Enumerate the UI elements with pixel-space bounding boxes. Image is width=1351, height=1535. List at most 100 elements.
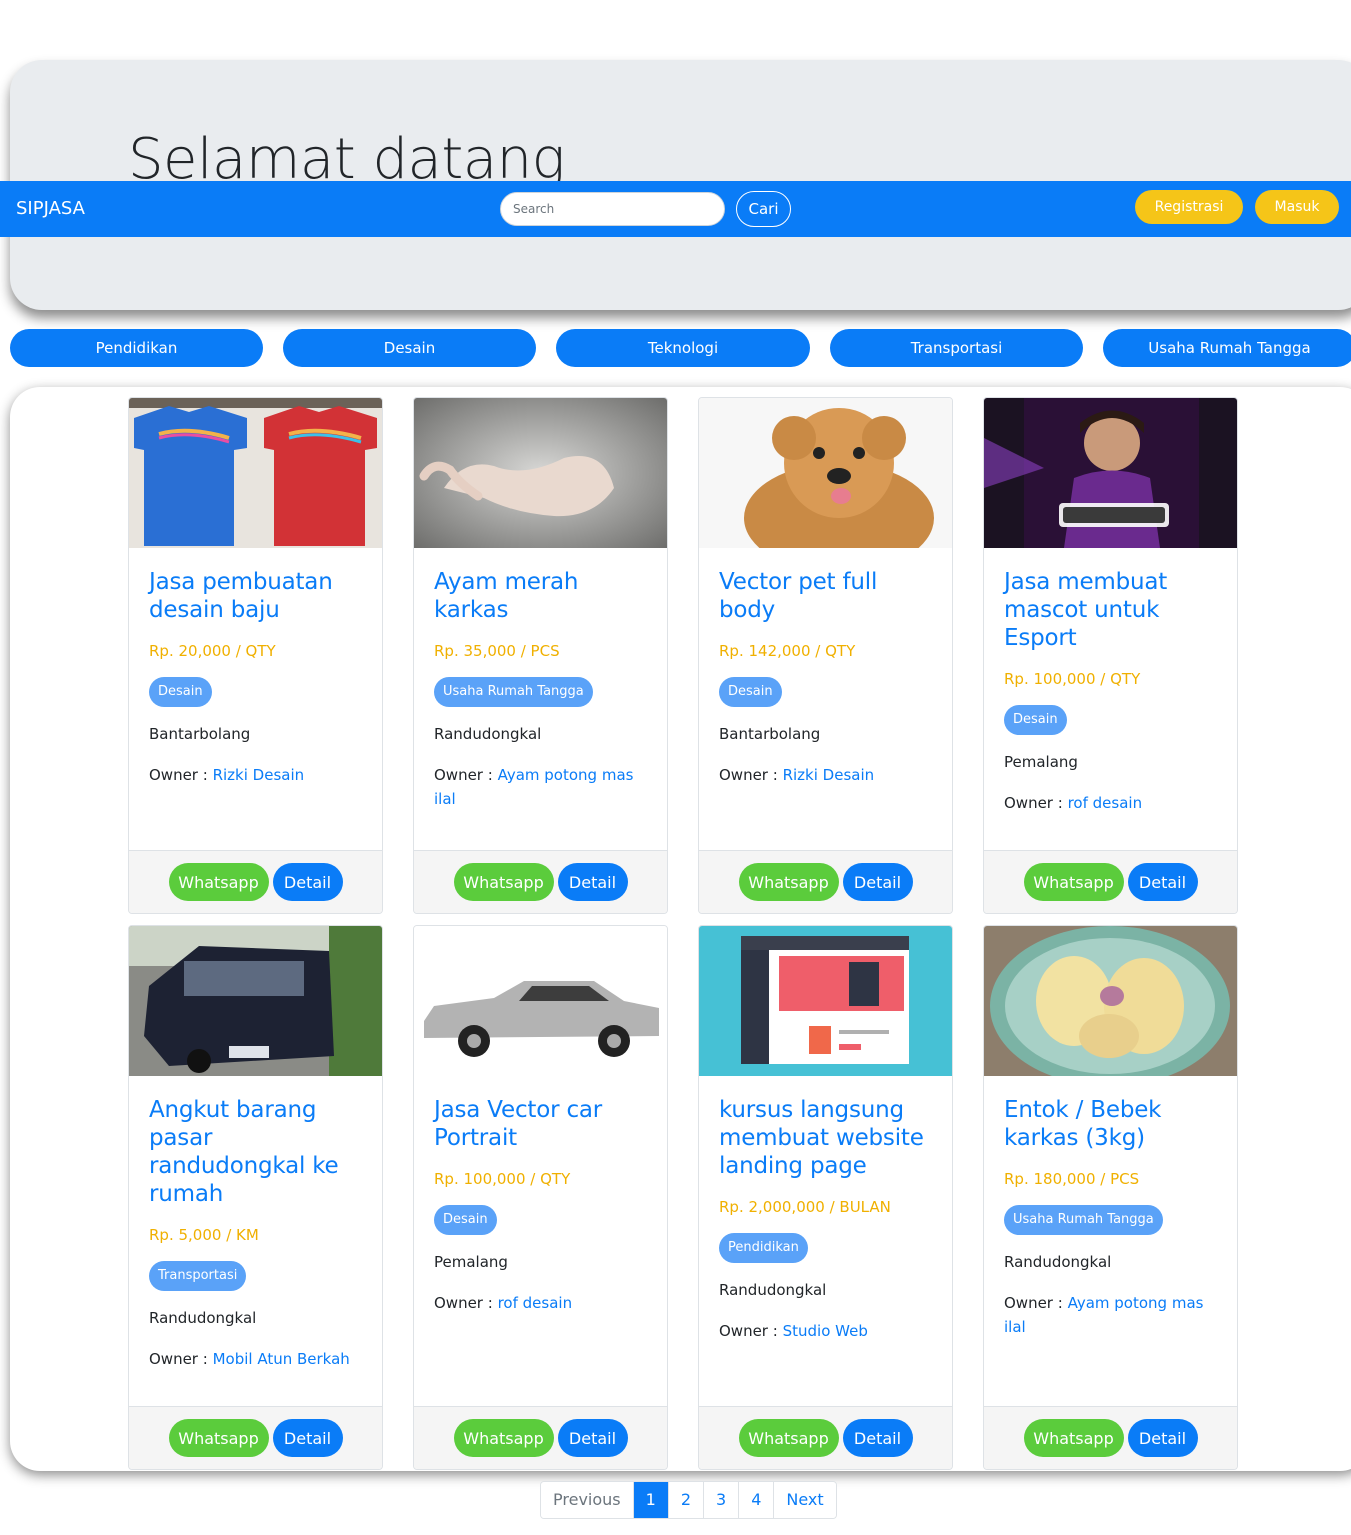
detail-button[interactable]: Detail (1127, 1419, 1198, 1457)
category-badge: Pendidikan (719, 1233, 808, 1263)
owner-line: Owner : rof desain (434, 1291, 647, 1315)
duck-image[interactable] (984, 926, 1237, 1076)
pagination-page-2[interactable]: 2 (667, 1482, 703, 1518)
pagination: Previous 1 2 3 4 Next (540, 1481, 837, 1519)
product-card: kursus langsung membuat website landing … (698, 925, 953, 1470)
product-title[interactable]: Entok / Bebek karkas (3kg) (1004, 1096, 1217, 1152)
owner-label: Owner : (149, 766, 208, 784)
product-price: Rp. 100,000 / QTY (434, 1170, 571, 1188)
owner-link[interactable]: Mobil Atun Berkah (213, 1350, 350, 1368)
category-usaha-rumah-tangga[interactable]: Usaha Rumah Tangga (1103, 329, 1351, 367)
product-card: Angkut barang pasar randudongkal ke ruma… (128, 925, 383, 1470)
product-title[interactable]: Vector pet full body (719, 568, 932, 624)
brand-logo[interactable]: SIPJASA (16, 198, 85, 219)
detail-button[interactable]: Detail (557, 863, 628, 901)
category-transportasi[interactable]: Transportasi (830, 329, 1083, 367)
category-pendidikan[interactable]: Pendidikan (10, 329, 263, 367)
jumbotron-title: Selamat datang (128, 127, 565, 186)
card-footer: Whatsapp Detail (129, 850, 382, 913)
card-footer: Whatsapp Detail (129, 1406, 382, 1469)
van-image[interactable] (129, 926, 382, 1076)
pagination-page-1[interactable]: 1 (632, 1482, 668, 1518)
product-card: Vector pet full body Rp. 142,000 / QTY D… (698, 397, 953, 914)
whatsapp-button[interactable]: Whatsapp (453, 863, 554, 901)
product-grid-row-2: Angkut barang pasar randudongkal ke ruma… (128, 925, 1238, 1470)
category-teknologi[interactable]: Teknologi (556, 329, 810, 367)
category-badge: Desain (434, 1205, 497, 1235)
whatsapp-button[interactable]: Whatsapp (168, 863, 269, 901)
pagination-next[interactable]: Next (773, 1482, 836, 1518)
owner-line: Owner : rof desain (1004, 791, 1217, 815)
register-button[interactable]: Registrasi (1135, 190, 1243, 224)
owner-line: Owner : Ayam potong mas ilal (1004, 1291, 1217, 1339)
car-vector-image[interactable] (414, 926, 667, 1076)
whatsapp-button[interactable]: Whatsapp (1023, 863, 1124, 901)
product-card: Jasa membuat mascot untuk Esport Rp. 100… (983, 397, 1238, 914)
owner-link[interactable]: Studio Web (783, 1322, 868, 1340)
chicken-image[interactable] (414, 398, 667, 548)
whatsapp-button[interactable]: Whatsapp (1023, 1419, 1124, 1457)
owner-label: Owner : (719, 766, 778, 784)
dog-image[interactable] (699, 398, 952, 548)
detail-button[interactable]: Detail (272, 863, 343, 901)
owner-link[interactable]: rof desain (498, 1294, 573, 1312)
product-title[interactable]: Ayam merah karkas (434, 568, 647, 624)
pagination-previous[interactable]: Previous (541, 1482, 633, 1518)
product-card: Ayam merah karkas Rp. 35,000 / PCS Usaha… (413, 397, 668, 914)
pagination-page-4[interactable]: 4 (738, 1482, 774, 1518)
product-location: Randudongkal (719, 1281, 827, 1299)
owner-label: Owner : (434, 1294, 493, 1312)
detail-button[interactable]: Detail (842, 863, 913, 901)
product-location: Pemalang (1004, 753, 1078, 771)
product-location: Bantarbolang (719, 725, 821, 743)
product-location: Bantarbolang (149, 725, 251, 743)
card-footer: Whatsapp Detail (984, 1406, 1237, 1469)
owner-label: Owner : (1004, 1294, 1063, 1312)
category-desain[interactable]: Desain (283, 329, 536, 367)
product-price: Rp. 180,000 / PCS (1004, 1170, 1140, 1188)
website-mockup-image[interactable] (699, 926, 952, 1076)
product-card: Jasa pembuatan desain baju Rp. 20,000 / … (128, 397, 383, 914)
product-location: Randudongkal (149, 1309, 257, 1327)
whatsapp-button[interactable]: Whatsapp (738, 1419, 839, 1457)
product-title[interactable]: kursus langsung membuat website landing … (719, 1096, 932, 1180)
product-title[interactable]: Jasa Vector car Portrait (434, 1096, 647, 1152)
card-footer: Whatsapp Detail (414, 850, 667, 913)
pagination-page-3[interactable]: 3 (703, 1482, 739, 1518)
category-badge: Usaha Rumah Tangga (434, 677, 593, 707)
starlord-mascot-image[interactable] (984, 398, 1237, 548)
product-location: Pemalang (434, 1253, 508, 1271)
product-price: Rp. 5,000 / KM (149, 1226, 259, 1244)
category-badge: Desain (1004, 705, 1067, 735)
category-badge: Desain (719, 677, 782, 707)
product-title[interactable]: Jasa membuat mascot untuk Esport (1004, 568, 1217, 652)
t-shirts-image[interactable] (129, 398, 382, 548)
whatsapp-button[interactable]: Whatsapp (738, 863, 839, 901)
detail-button[interactable]: Detail (272, 1419, 343, 1457)
owner-label: Owner : (719, 1322, 778, 1340)
owner-link[interactable]: Rizki Desain (783, 766, 875, 784)
owner-link[interactable]: Rizki Desain (213, 766, 305, 784)
card-footer: Whatsapp Detail (984, 850, 1237, 913)
owner-line: Owner : Rizki Desain (719, 763, 932, 787)
category-badge: Desain (149, 677, 212, 707)
detail-button[interactable]: Detail (1127, 863, 1198, 901)
product-title[interactable]: Jasa pembuatan desain baju (149, 568, 362, 624)
owner-line: Owner : Rizki Desain (149, 763, 362, 787)
product-price: Rp. 142,000 / QTY (719, 642, 856, 660)
product-card: Jasa Vector car Portrait Rp. 100,000 / Q… (413, 925, 668, 1470)
product-price: Rp. 2,000,000 / BULAN (719, 1198, 891, 1216)
search-input[interactable] (500, 192, 725, 226)
product-location: Randudongkal (434, 725, 542, 743)
product-title[interactable]: Angkut barang pasar randudongkal ke ruma… (149, 1096, 362, 1208)
owner-line: Owner : Studio Web (719, 1319, 932, 1343)
detail-button[interactable]: Detail (557, 1419, 628, 1457)
login-button[interactable]: Masuk (1255, 190, 1339, 224)
search-button[interactable]: Cari (736, 191, 791, 227)
whatsapp-button[interactable]: Whatsapp (168, 1419, 269, 1457)
card-footer: Whatsapp Detail (699, 1406, 952, 1469)
product-price: Rp. 100,000 / QTY (1004, 670, 1141, 688)
owner-link[interactable]: rof desain (1068, 794, 1143, 812)
whatsapp-button[interactable]: Whatsapp (453, 1419, 554, 1457)
detail-button[interactable]: Detail (842, 1419, 913, 1457)
